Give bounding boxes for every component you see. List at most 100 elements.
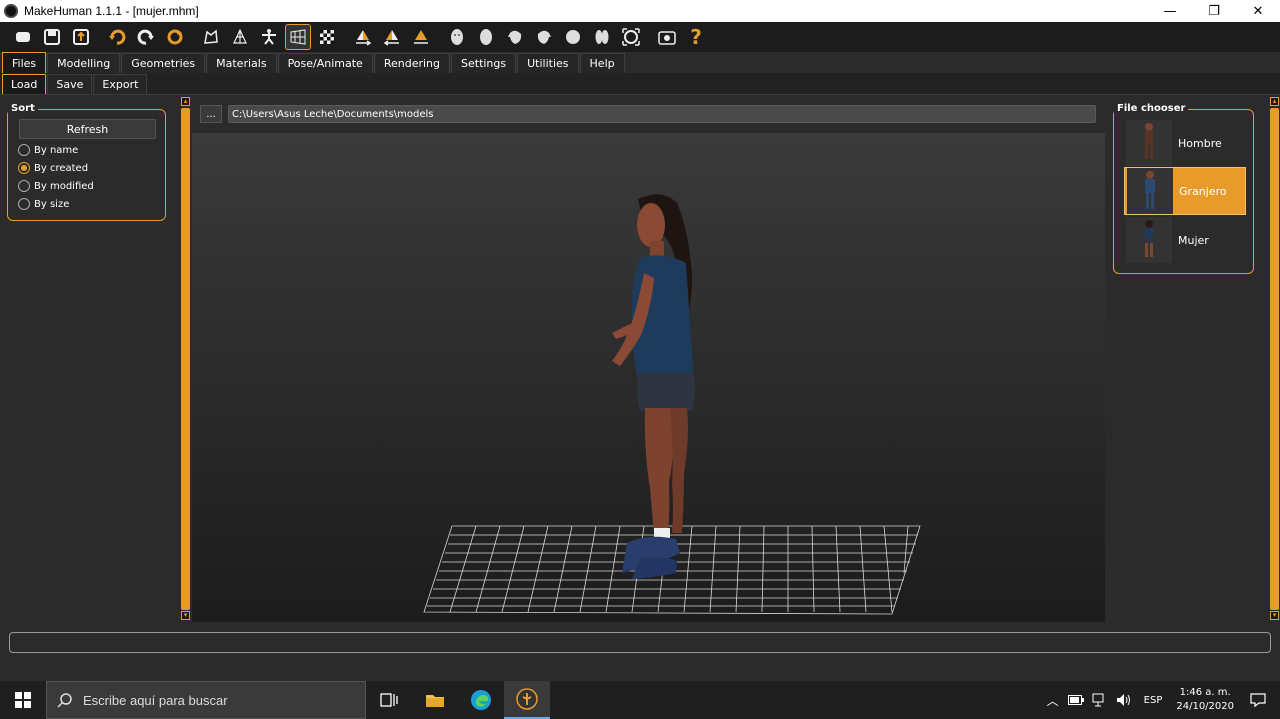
task-view-button[interactable] <box>366 681 412 719</box>
file-chooser-panel: File chooser Hombre Granjero Mujer <box>1113 103 1254 274</box>
screenshot-button[interactable] <box>654 24 680 50</box>
clock-date: 24/10/2020 <box>1176 701 1234 712</box>
checker-button[interactable] <box>314 24 340 50</box>
file-explorer-button[interactable] <box>412 681 458 719</box>
wireframe-button[interactable] <box>227 24 253 50</box>
minimize-button[interactable]: — <box>1148 0 1192 22</box>
tab-geometries[interactable]: Geometries <box>121 53 206 73</box>
search-icon <box>57 693 72 708</box>
close-button[interactable]: ✕ <box>1236 0 1280 22</box>
restore-button[interactable]: ❐ <box>1192 0 1236 22</box>
tab-files[interactable]: Files <box>2 52 47 73</box>
reset-icon <box>167 29 183 45</box>
smooth-icon <box>204 29 218 44</box>
tab-help[interactable]: Help <box>579 53 625 73</box>
edge-browser-button[interactable] <box>458 681 504 719</box>
window-title: MakeHuman 1.1.1 - [mujer.mhm] <box>24 4 199 18</box>
subtab-load[interactable]: Load <box>2 74 47 94</box>
file-item-mujer[interactable]: Mujer <box>1124 216 1246 264</box>
sort-by-modified-option[interactable]: By modified <box>18 180 94 192</box>
tab-modelling[interactable]: Modelling <box>47 53 121 73</box>
reset-camera-button[interactable] <box>618 24 644 50</box>
top-view-button[interactable] <box>560 24 586 50</box>
volume-icon[interactable] <box>1116 693 1132 707</box>
network-icon[interactable] <box>1092 693 1108 707</box>
right-scroll-down-arrow[interactable]: ▾ <box>1270 611 1279 620</box>
pose-button[interactable] <box>256 24 282 50</box>
file-item-granjero[interactable]: Granjero <box>1124 167 1246 215</box>
subtab-export[interactable]: Export <box>93 74 148 94</box>
export-button[interactable] <box>68 24 94 50</box>
sort-by-name-option[interactable]: By name <box>18 144 78 156</box>
left-view-icon <box>508 30 522 44</box>
tab-utilities[interactable]: Utilities <box>517 53 579 73</box>
sort-title: Sort <box>8 103 38 114</box>
symmetry-left-button[interactable] <box>379 24 405 50</box>
chevron-up-icon[interactable]: ︿ <box>1047 692 1059 709</box>
granjero-thumbnail <box>1127 168 1173 214</box>
makehuman-taskbar-button[interactable] <box>504 681 550 719</box>
symmetry-icon <box>414 30 428 44</box>
file-item-label: Hombre <box>1178 136 1222 150</box>
back-view-icon <box>480 29 492 45</box>
tab-materials[interactable]: Materials <box>206 53 277 73</box>
undo-button[interactable] <box>104 24 130 50</box>
bottom-view-icon <box>595 30 609 44</box>
tab-rendering[interactable]: Rendering <box>373 53 450 73</box>
new-button[interactable] <box>10 24 36 50</box>
folder-path-field[interactable]: C:\Users\Asus Leche\Documents\models <box>228 105 1096 123</box>
left-scroll-up-arrow[interactable]: ▴ <box>181 97 190 106</box>
left-panel-scrollbar[interactable] <box>181 108 190 610</box>
radio-by-created[interactable] <box>18 162 30 174</box>
wireframe-icon <box>233 28 247 44</box>
grid-button[interactable] <box>285 24 311 50</box>
smooth-button[interactable] <box>198 24 224 50</box>
symmetry-right-button[interactable] <box>350 24 376 50</box>
radio-by-size[interactable] <box>18 198 30 210</box>
left-view-button[interactable] <box>502 24 528 50</box>
left-scroll-down-arrow[interactable]: ▾ <box>181 611 190 620</box>
new-icon <box>16 32 30 42</box>
taskbar-search-box[interactable]: Escribe aquí para buscar <box>46 681 366 719</box>
right-scroll-up-arrow[interactable]: ▴ <box>1270 97 1279 106</box>
tab-pose-animate[interactable]: Pose/Animate <box>277 53 373 73</box>
sort-option-label: By modified <box>34 180 94 192</box>
sort-option-label: By name <box>34 144 79 156</box>
reset-camera-icon <box>622 28 640 46</box>
save-toolbar-button[interactable] <box>39 24 65 50</box>
battery-icon[interactable] <box>1067 695 1084 705</box>
radio-by-modified[interactable] <box>18 180 30 192</box>
back-view-button[interactable] <box>473 24 499 50</box>
task-view-icon <box>380 693 398 707</box>
notifications-icon[interactable] <box>1250 692 1266 708</box>
sort-option-label: By size <box>34 198 70 210</box>
right-panel-scrollbar[interactable] <box>1270 108 1279 610</box>
3d-viewport[interactable] <box>192 133 1105 622</box>
edge-icon <box>471 690 491 710</box>
subtab-save[interactable]: Save <box>47 74 93 94</box>
sort-by-created-option[interactable]: By created <box>18 162 88 174</box>
symmetry-button[interactable] <box>408 24 434 50</box>
radio-by-name[interactable] <box>18 144 30 156</box>
file-item-label: Granjero <box>1179 184 1227 198</box>
language-indicator[interactable]: ESP <box>1144 695 1163 706</box>
save-icon <box>44 29 60 45</box>
right-view-button[interactable] <box>531 24 557 50</box>
reset-button[interactable] <box>162 24 188 50</box>
system-tray: ︿ ESP 1:46 a. m. 24/10/2020 <box>1042 681 1280 719</box>
redo-button[interactable] <box>133 24 159 50</box>
sort-by-size-option[interactable]: By size <box>18 198 69 210</box>
clock-time: 1:46 a. m. <box>1179 687 1231 698</box>
right-view-icon <box>537 30 551 44</box>
refresh-button[interactable]: Refresh <box>19 119 156 139</box>
tab-settings[interactable]: Settings <box>451 53 517 73</box>
start-button[interactable] <box>0 681 46 719</box>
browse-folder-button[interactable]: ... <box>200 105 222 123</box>
front-view-button[interactable] <box>444 24 470 50</box>
symmetry-right-icon <box>356 30 372 46</box>
bottom-view-button[interactable] <box>589 24 615 50</box>
help-toolbar-button[interactable]: ? <box>683 24 709 50</box>
file-item-hombre[interactable]: Hombre <box>1124 119 1246 167</box>
clock[interactable]: 1:46 a. m. 24/10/2020 <box>1176 686 1234 714</box>
sort-option-label: By created <box>34 162 89 174</box>
